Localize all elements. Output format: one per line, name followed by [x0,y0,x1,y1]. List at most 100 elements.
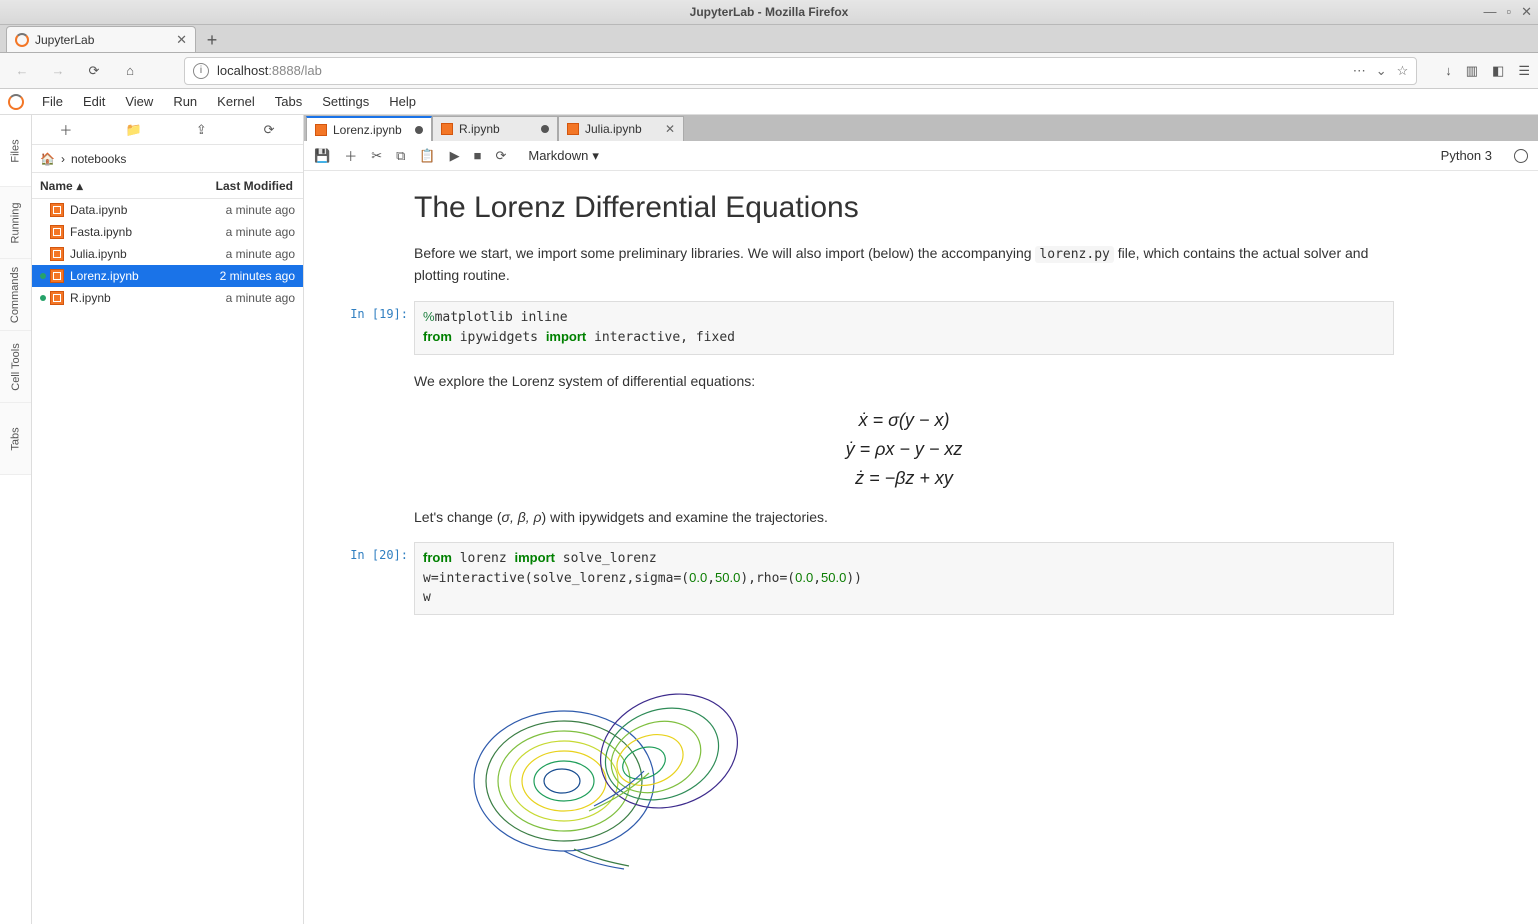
reload-button[interactable]: ⟳ [80,57,108,85]
dirty-indicator-icon [541,125,549,133]
back-button[interactable]: ← [8,57,36,85]
close-icon[interactable]: ✕ [176,32,187,48]
file-item[interactable]: Julia.ipynba minute ago [32,243,303,265]
dirty-indicator-icon [415,126,423,134]
browser-tab[interactable]: JupyterLab ✕ [6,26,196,52]
insert-cell-icon[interactable]: ＋ [344,146,357,165]
new-folder-button[interactable]: 📁 [100,115,168,144]
file-item[interactable]: R.ipynba minute ago [32,287,303,309]
file-modified: a minute ago [226,247,295,261]
cell-type-dropdown[interactable]: Markdown ▾ [528,148,599,164]
jupyter-logo-icon [0,89,32,115]
kernel-name[interactable]: Python 3 [1441,148,1492,163]
upload-button[interactable]: ⇪ [168,115,236,144]
menu-run[interactable]: Run [163,89,207,115]
jupyter-favicon-icon [15,33,29,47]
library-icon[interactable]: ▥ [1466,63,1478,79]
file-name: Lorenz.ipynb [70,269,220,283]
running-indicator-icon [40,295,46,301]
file-name: Fasta.ipynb [70,225,226,239]
paste-icon[interactable]: 📋 [419,148,435,164]
new-tab-button[interactable]: + [200,28,224,52]
breadcrumb[interactable]: 🏠 › notebooks [32,145,303,173]
notebook-icon [441,123,453,135]
os-titlebar: JupyterLab - Mozilla Firefox — ▫ ✕ [0,0,1538,25]
rail-tab-commands[interactable]: Commands [0,259,31,331]
file-modified: a minute ago [226,225,295,239]
notebook-icon [50,203,64,217]
window-minimize-icon[interactable]: — [1483,4,1496,20]
menu-help[interactable]: Help [379,89,426,115]
menu-view[interactable]: View [115,89,163,115]
file-browser: ＋ 📁 ⇪ ⟳ 🏠 › notebooks Name ▴ Last Modifi… [32,115,304,924]
file-name: Julia.ipynb [70,247,226,261]
pocket-icon[interactable]: ⌄ [1376,63,1387,79]
close-icon[interactable]: ✕ [665,122,675,136]
window-close-icon[interactable]: ✕ [1521,4,1532,20]
running-indicator-icon [40,273,46,279]
notebook-title: The Lorenz Differential Equations [414,191,1394,225]
breadcrumb-folder[interactable]: notebooks [71,152,126,166]
url-bar[interactable]: i localhost:8888/lab ⋯ ⌄ ☆ [184,57,1417,85]
jupyterlab-app: FileEditViewRunKernelTabsSettingsHelp Fi… [0,89,1538,924]
refresh-button[interactable]: ⟳ [235,115,303,144]
menu-settings[interactable]: Settings [312,89,379,115]
run-icon[interactable]: ▶ [450,148,460,164]
menu-tabs[interactable]: Tabs [265,89,312,115]
file-list: Data.ipynba minute agoFasta.ipynba minut… [32,199,303,924]
cut-icon[interactable]: ✂ [371,148,382,164]
browser-tabstrip: JupyterLab ✕ + [0,25,1538,53]
sort-asc-icon: ▴ [77,179,83,193]
menu-kernel[interactable]: Kernel [207,89,265,115]
notebook-icon [315,124,327,136]
new-launcher-button[interactable]: ＋ [32,115,100,144]
file-item[interactable]: Fasta.ipynba minute ago [32,221,303,243]
window-maximize-icon[interactable]: ▫ [1506,4,1511,20]
kernel-indicator-icon[interactable] [1514,149,1528,163]
jupyter-menubar: FileEditViewRunKernelTabsSettingsHelp [0,89,1538,115]
main-dock: Lorenz.ipynbR.ipynbJulia.ipynb✕ 💾 ＋ ✂ ⧉ … [304,115,1538,924]
rail-tab-cell-tools[interactable]: Cell Tools [0,331,31,403]
rail-tab-running[interactable]: Running [0,187,31,259]
chevron-down-icon: ▾ [592,148,599,164]
file-item[interactable]: Lorenz.ipynb2 minutes ago [32,265,303,287]
file-name: Data.ipynb [70,203,226,217]
stop-icon[interactable]: ■ [474,148,482,163]
code-cell[interactable]: In [19]: %matplotlib inline from ipywidg… [414,301,1394,355]
document-tab[interactable]: Julia.ipynb✕ [558,116,684,141]
cell-input[interactable]: from lorenz import solve_lorenz w=intera… [414,542,1394,615]
notebook-toolbar: 💾 ＋ ✂ ⧉ 📋 ▶ ■ ⟳ Markdown ▾ Python 3 [304,141,1538,171]
file-modified: a minute ago [226,203,295,217]
menu-file[interactable]: File [32,89,73,115]
intro-paragraph: Before we start, we import some prelimin… [414,243,1394,287]
file-name: R.ipynb [70,291,226,305]
rail-tab-files[interactable]: Files [0,115,31,187]
home-button[interactable]: ⌂ [116,57,144,85]
downloads-icon[interactable]: ↓ [1445,63,1452,79]
document-tab[interactable]: Lorenz.ipynb [306,116,432,141]
file-modified: a minute ago [226,291,295,305]
forward-button[interactable]: → [44,57,72,85]
browser-tab-label: JupyterLab [35,33,170,47]
notebook-body[interactable]: The Lorenz Differential Equations Before… [304,171,1538,924]
document-tab[interactable]: R.ipynb [432,116,558,141]
notebook-icon [50,225,64,239]
left-rail: FilesRunningCommandsCell ToolsTabs [0,115,32,924]
copy-icon[interactable]: ⧉ [396,148,405,164]
site-info-icon[interactable]: i [193,63,209,79]
sidebar-icon[interactable]: ◧ [1492,63,1504,79]
notebook-panel: 💾 ＋ ✂ ⧉ 📋 ▶ ■ ⟳ Markdown ▾ Python 3 [304,141,1538,924]
code-cell[interactable]: In [20]: from lorenz import solve_lorenz… [414,542,1394,615]
page-actions-icon[interactable]: ⋯ [1353,63,1366,79]
notebook-icon [567,123,579,135]
menu-icon[interactable]: ☰ [1518,63,1530,79]
bookmark-icon[interactable]: ☆ [1397,63,1409,79]
save-icon[interactable]: 💾 [314,148,330,164]
home-icon[interactable]: 🏠 [40,152,55,166]
change-paragraph: Let's change (σ, β, ρ) with ipywidgets a… [414,507,1394,529]
file-item[interactable]: Data.ipynba minute ago [32,199,303,221]
restart-icon[interactable]: ⟳ [495,148,506,164]
rail-tab-tabs[interactable]: Tabs [0,403,31,475]
menu-edit[interactable]: Edit [73,89,115,115]
cell-input[interactable]: %matplotlib inline from ipywidgets impor… [414,301,1394,355]
